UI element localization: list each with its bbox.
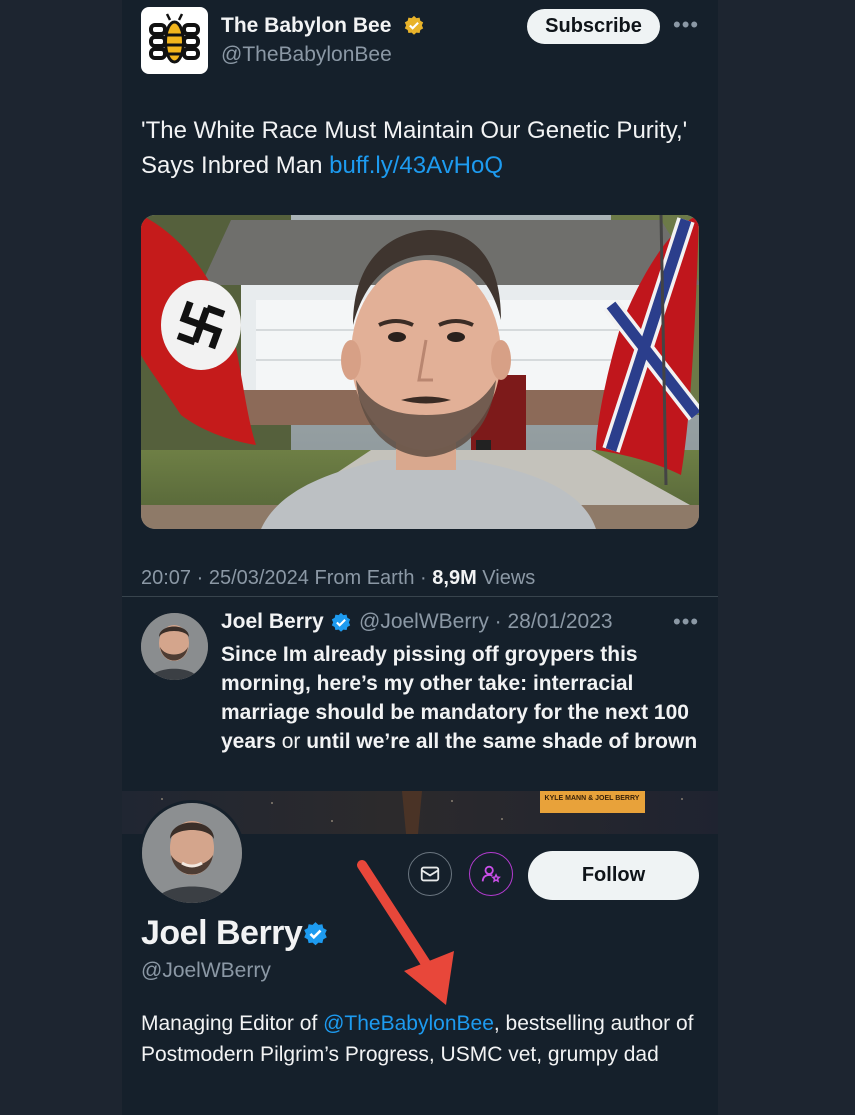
profile-handle: @JoelWBerry (141, 959, 271, 982)
tweet-text: 'The White Race Must Maintain Our Geneti… (141, 113, 701, 183)
ellipsis-icon[interactable]: ••• (673, 609, 699, 635)
profile-bio: Managing Editor of @TheBabylonBee, bests… (141, 1008, 701, 1070)
red-arrow-annotation (357, 860, 454, 1005)
tweet-link[interactable]: buff.ly/43AvHoQ (329, 152, 503, 179)
avatar[interactable] (141, 613, 208, 680)
bio-prefix: Managing Editor of (141, 1012, 324, 1035)
quoted-text-part-3: until we’re all the same shade of brown (306, 730, 698, 753)
quoted-tweet-text: Since Im already pissing off groypers th… (221, 640, 711, 756)
views-label: Views (476, 567, 536, 589)
quoted-author-name[interactable]: Joel Berry (221, 610, 324, 634)
bio-mention-link[interactable]: @TheBabylonBee (323, 1012, 494, 1035)
verified-blue-icon[interactable] (302, 921, 329, 948)
verified-blue-icon (331, 612, 351, 632)
profile-name: Joel Berry (141, 914, 303, 952)
tweet-meta: 20:07 · 25/03/2024 From Earth · 8,9M Vie… (141, 567, 535, 590)
views-count: 8,9M (432, 567, 477, 589)
quoted-text-part-2: or (275, 730, 307, 753)
follow-button[interactable]: Follow (528, 851, 699, 900)
tweet-timestamp[interactable]: 20:07 · 25/03/2024 From Earth · (141, 567, 432, 589)
profile-avatar[interactable] (139, 800, 245, 906)
tweet-image[interactable] (141, 215, 699, 529)
quoted-author-handle[interactable]: @JoelWBerry · 28/01/2023 (359, 610, 613, 634)
verified-gold-icon (404, 15, 424, 35)
banner-book-text: KYLE MANN & JOEL BERRY (545, 795, 640, 802)
divider (122, 596, 718, 597)
account-handle[interactable]: @TheBabylonBee (221, 43, 392, 67)
ellipsis-icon[interactable]: ••• (673, 12, 699, 38)
babylon-bee-logo[interactable] (141, 7, 208, 74)
subscribe-button[interactable]: Subscribe (527, 9, 660, 44)
subscribe-icon-button[interactable] (469, 852, 513, 896)
user-star-icon (481, 865, 501, 883)
account-name[interactable]: The Babylon Bee (221, 14, 391, 38)
